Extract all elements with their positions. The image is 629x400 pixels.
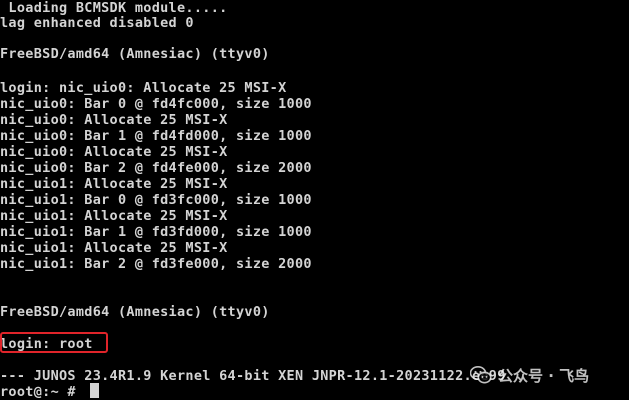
console-line-1: Loading BCMSDK module.....: [0, 0, 228, 16]
console-line-6: login: nic_uio0: Allocate 25 MSI-X: [0, 80, 287, 96]
console-line-14: nic_uio1: Allocate 25 MSI-X: [0, 208, 228, 224]
wechat-icon: [470, 364, 492, 386]
watermark-text: 公众号 · 飞鸟: [498, 366, 590, 385]
console-line-15: nic_uio1: Bar 1 @ fd3fd000, size 1000: [0, 224, 312, 240]
console-line-2: lag enhanced disabled 0: [0, 15, 194, 31]
console-line-24: --- JUNOS 23.4R1.9 Kernel 64-bit XEN JNP…: [0, 368, 506, 384]
console-line-11: nic_uio0: Bar 2 @ fd4fe000, size 2000: [0, 160, 312, 176]
console-line-4: FreeBSD/amd64 (Amnesiac) (ttyv0): [0, 46, 270, 62]
console-line-16: nic_uio1: Allocate 25 MSI-X: [0, 240, 228, 256]
watermark: 公众号 · 飞鸟: [470, 364, 589, 386]
console-line-7: nic_uio0: Bar 0 @ fd4fc000, size 1000: [0, 96, 312, 112]
console-line-20: FreeBSD/amd64 (Amnesiac) (ttyv0): [0, 304, 270, 320]
terminal-cursor: [90, 383, 99, 398]
console-line-9: nic_uio0: Bar 1 @ fd4fd000, size 1000: [0, 128, 312, 144]
console-line-13: nic_uio1: Bar 0 @ fd3fc000, size 1000: [0, 192, 312, 208]
console-line-8: nic_uio0: Allocate 25 MSI-X: [0, 112, 228, 128]
console-line-25: root@:~ #: [0, 384, 85, 400]
console-line-12: nic_uio1: Allocate 25 MSI-X: [0, 176, 228, 192]
terminal-console[interactable]: Loading BCMSDK module..... lag enhanced …: [0, 0, 629, 400]
console-line-10: nic_uio0: Allocate 25 MSI-X: [0, 144, 228, 160]
console-line-17: nic_uio1: Bar 2 @ fd3fe000, size 2000: [0, 256, 312, 272]
login-root-highlight: [0, 332, 108, 353]
